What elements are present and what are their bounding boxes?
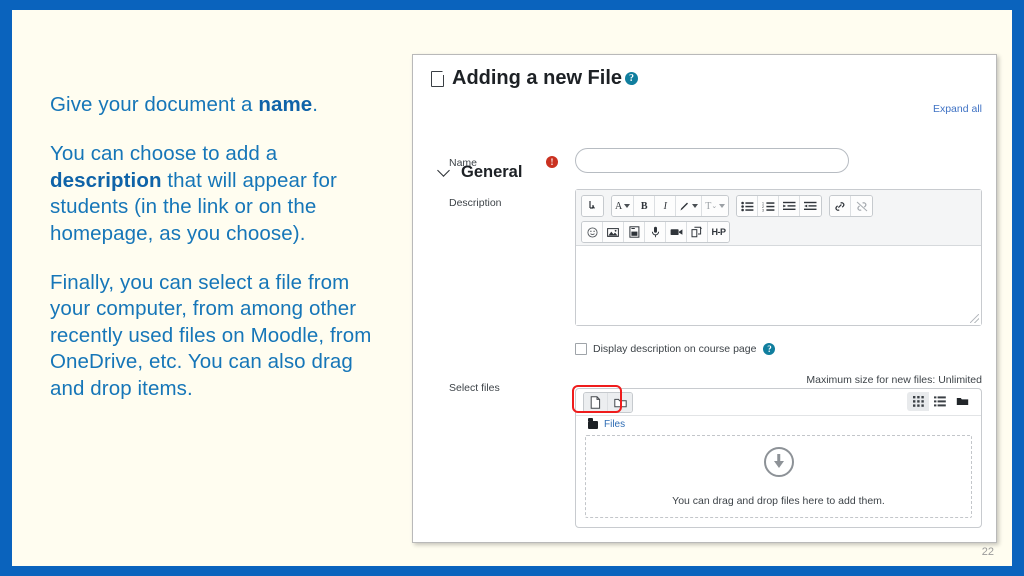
title-help-icon[interactable]: ? [625, 72, 639, 85]
insert-file-icon[interactable] [624, 222, 645, 242]
manage-files-icon[interactable] [687, 222, 708, 242]
expand-all-link[interactable]: Expand all [933, 103, 982, 115]
h5p-icon[interactable]: H‑P [708, 222, 729, 242]
toolbar-group-links [829, 195, 874, 217]
narrative-p1-before: Give your document a [50, 93, 259, 116]
highlight-color-icon[interactable] [676, 196, 703, 216]
text-format-icon[interactable]: T ⌄ [702, 196, 729, 216]
file-picker-breadcrumb[interactable]: Files [588, 418, 626, 430]
outdent-icon[interactable] [800, 196, 822, 216]
font-style-icon[interactable]: A [612, 196, 635, 216]
narrative-text: Give your document a name. You can choos… [50, 92, 380, 402]
emoji-icon[interactable] [582, 222, 603, 242]
narrative-paragraph-2: You can choose to add a description that… [50, 141, 380, 247]
editor-toolbar: A B I T ⌄ 1 2 3 H‑P [576, 190, 981, 246]
svg-text:3: 3 [762, 208, 764, 212]
add-file-icon[interactable] [584, 393, 608, 412]
max-size-note: Maximum size for new files: Unlimited [806, 374, 982, 386]
required-indicator-icon: ! [546, 156, 558, 168]
display-description-row[interactable]: Display description on course page ? [575, 343, 776, 355]
file-picker-add-group [583, 392, 633, 413]
unlink-icon[interactable] [851, 196, 873, 216]
narrative-p2-bold: description [50, 168, 162, 192]
indent-icon[interactable] [779, 196, 801, 216]
narrative-p2-before: You can choose to add a [50, 142, 278, 166]
display-description-checkbox[interactable] [575, 343, 587, 355]
narrative-p1-bold: name [258, 93, 313, 116]
description-field-label: Description [449, 197, 502, 209]
bold-icon[interactable]: B [634, 196, 656, 216]
bulleted-list-icon[interactable] [737, 196, 759, 216]
numbered-list-icon[interactable]: 123 [758, 196, 780, 216]
grid-view-icon[interactable] [907, 392, 929, 411]
file-dropzone[interactable]: You can drag and drop files here to add … [585, 435, 972, 518]
folder-icon [588, 418, 598, 429]
file-picker-breadcrumb-label: Files [604, 419, 626, 430]
narrative-p1-after: . [312, 93, 319, 116]
download-arrow-icon [763, 446, 794, 477]
record-audio-icon[interactable] [645, 222, 666, 242]
name-input[interactable] [575, 148, 849, 173]
narrative-paragraph-3: Finally, you can select a file from your… [50, 271, 372, 400]
toolbar-group-lists: 123 [736, 195, 823, 217]
narrative-paragraph-1: Give your document a name. [50, 92, 380, 118]
toolbar-group-undo [581, 195, 604, 217]
toolbar-group-media: H‑P [581, 221, 730, 243]
create-folder-icon[interactable] [608, 393, 632, 412]
select-files-label: Select files [449, 382, 500, 394]
dropzone-text: You can drag and drop files here to add … [672, 494, 885, 507]
display-description-help-icon[interactable]: ? [763, 343, 776, 355]
display-description-label: Display description on course page [593, 343, 757, 355]
page-number: 22 [981, 546, 994, 558]
slide-canvas: Give your document a name. You can choos… [12, 10, 1012, 566]
document-icon [431, 70, 445, 87]
undo-redo-icon[interactable] [582, 196, 603, 216]
list-view-icon[interactable] [929, 392, 951, 411]
link-icon[interactable] [830, 196, 852, 216]
editor-toolbar-row-2: H‑P [581, 220, 976, 244]
file-picker-toolbar [576, 389, 981, 416]
resize-grip-icon[interactable] [970, 314, 979, 323]
page-title: Adding a new File? [431, 67, 639, 90]
file-picker-view-group [907, 392, 973, 411]
toolbar-group-text: A B I T ⌄ [611, 195, 730, 217]
description-textarea[interactable] [576, 246, 981, 325]
name-field-label: Name [449, 157, 478, 169]
moodle-form-screenshot: Adding a new File? Expand all General Na… [412, 54, 997, 543]
slide: Give your document a name. You can choos… [0, 0, 1024, 576]
tree-view-icon[interactable] [951, 392, 973, 411]
italic-icon[interactable]: I [655, 196, 677, 216]
insert-image-icon[interactable] [603, 222, 624, 242]
page-title-text: Adding a new File [452, 67, 623, 89]
record-video-icon[interactable] [666, 222, 687, 242]
chevron-down-icon[interactable] [437, 164, 450, 177]
file-picker: Files You can drag and drop files here t… [575, 388, 982, 528]
description-editor: A B I T ⌄ 1 2 3 H‑P [575, 189, 982, 326]
editor-toolbar-row-1: A B I T ⌄ 1 2 3 [581, 194, 976, 218]
